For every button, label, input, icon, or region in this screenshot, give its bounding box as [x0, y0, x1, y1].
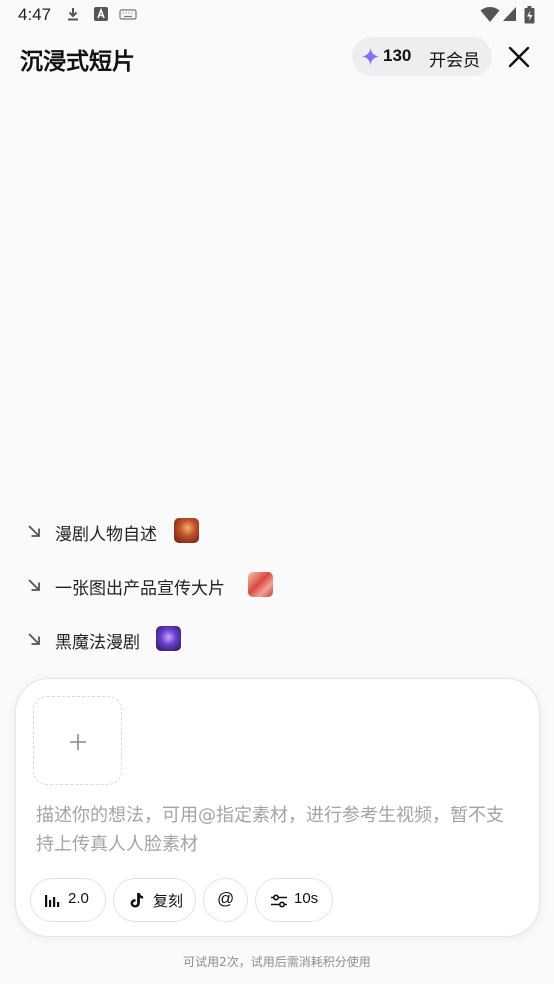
- suggestion-label: 黑魔法漫剧: [55, 633, 140, 653]
- plus-icon: [70, 734, 86, 750]
- wifi-icon: [480, 7, 500, 22]
- arrow-down-right-icon: [28, 579, 40, 591]
- tiktok-icon: [130, 893, 144, 908]
- signal-icon: [503, 7, 516, 21]
- battery-icon: [524, 6, 535, 24]
- keyboard-icon: [119, 9, 137, 20]
- trial-note: 可试用2次，试用后需消耗积分使用: [183, 955, 371, 969]
- suggestion-label: 漫剧人物自述: [55, 525, 157, 545]
- sparkle-icon: [362, 48, 379, 65]
- suggestion-item[interactable]: 一张图出产品宣传大片: [26, 571, 286, 601]
- model-version-chip[interactable]: 2.0: [30, 878, 106, 922]
- font-icon: [94, 7, 108, 21]
- bar-chart-icon: [45, 895, 60, 907]
- duration-label: 10s: [294, 890, 319, 907]
- suggestion-thumbnail: [174, 518, 199, 543]
- replicate-label: 复刻: [153, 893, 184, 910]
- sliders-icon: [271, 894, 287, 908]
- suggestion-thumbnail: [156, 626, 181, 651]
- status-bar: 4:47: [0, 0, 554, 30]
- suggestion-item[interactable]: 漫剧人物自述: [26, 517, 206, 547]
- model-version-label: 2.0: [68, 890, 89, 907]
- mention-label: @: [217, 889, 235, 908]
- close-icon[interactable]: [506, 44, 532, 70]
- member-button[interactable]: 开会员: [429, 46, 480, 71]
- composer-card: 描述你的想法，可用@指定素材，进行参考生视频，暂不支持上传真人人脸素材 2.0 …: [15, 678, 540, 937]
- prompt-input[interactable]: 描述你的想法，可用@指定素材，进行参考生视频，暂不支持上传真人人脸素材: [36, 801, 516, 859]
- replicate-chip[interactable]: 复刻: [113, 878, 196, 922]
- status-time: 4:47: [18, 5, 52, 24]
- page-title: 沉浸式短片: [20, 49, 135, 75]
- suggestion-item[interactable]: 黑魔法漫剧: [26, 625, 186, 655]
- suggestion-label: 一张图出产品宣传大片: [55, 579, 225, 599]
- mention-chip[interactable]: @: [203, 878, 248, 922]
- credits-pill[interactable]: 130 开会员: [352, 37, 492, 76]
- suggestion-thumbnail: [248, 572, 273, 597]
- header: 沉浸式短片 130 开会员: [0, 36, 554, 76]
- arrow-down-right-icon: [28, 525, 40, 537]
- credits-count: 130: [383, 46, 412, 65]
- download-icon: [68, 8, 78, 21]
- arrow-down-right-icon: [28, 633, 40, 645]
- duration-chip[interactable]: 10s: [255, 878, 333, 922]
- upload-media-button[interactable]: [33, 696, 122, 785]
